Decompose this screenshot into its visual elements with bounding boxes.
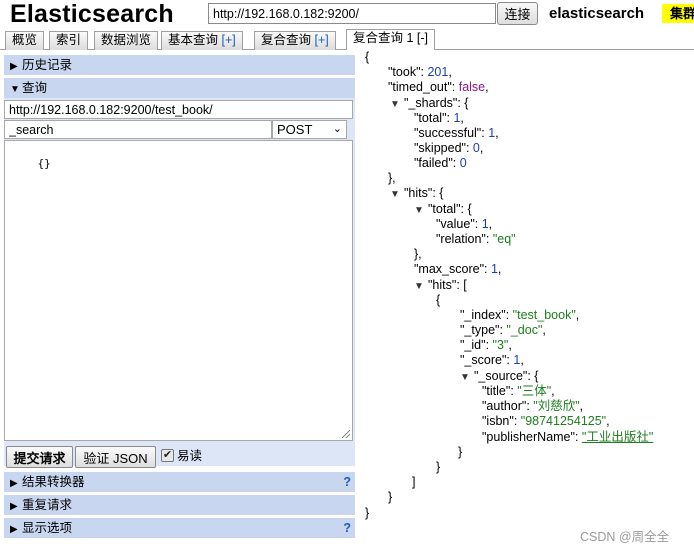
- resize-grip-icon[interactable]: [342, 430, 350, 438]
- result-transformer-section[interactable]: ▶ 结果转换器 ?: [4, 472, 355, 492]
- tab-bar: 概览 索引 数据浏览 基本查询 [+] 复合查询 [+] 复合查询 1 [-]: [0, 28, 694, 50]
- json-hits-array[interactable]: ▼ "hits": [: [414, 278, 467, 294]
- submit-request-button[interactable]: 提交请求: [6, 446, 73, 468]
- triangle-right-icon: ▶: [10, 501, 18, 512]
- json-isbn: "isbn": "98741254125",: [482, 414, 610, 428]
- triangle-right-icon: ▶: [10, 61, 18, 72]
- watermark: CSDN @周全全: [580, 530, 670, 544]
- help-icon[interactable]: ?: [343, 472, 351, 492]
- tab-add-icon[interactable]: [+]: [222, 33, 236, 47]
- json-doc-type: "_type": "_doc",: [460, 323, 546, 337]
- json-close: ]: [412, 475, 416, 489]
- collapse-triangle-icon[interactable]: ▼: [390, 97, 404, 112]
- json-close: }: [436, 460, 441, 474]
- json-title: "title": "三体",: [482, 384, 555, 398]
- triangle-right-icon: ▶: [10, 478, 18, 489]
- request-body-textarea[interactable]: {}: [4, 140, 353, 441]
- query-panel: ▶历史记录 ▼查询 POST ⌄ {} 提交请求 验证 JSON ✔ 易读 ▶结…: [0, 50, 357, 550]
- json-shards-failed: "failed": 0: [414, 156, 467, 170]
- collapse-triangle-icon[interactable]: ▼: [390, 187, 404, 202]
- cluster-url-input[interactable]: [208, 3, 496, 24]
- json-doc-score: "_score": 1,: [460, 353, 524, 367]
- json-open-brace: {: [436, 293, 441, 307]
- result-panel: { "took": 201, "timed_out": false, ▼ "_sh…: [360, 50, 694, 550]
- json-doc-index: "_index": "test_book",: [460, 308, 580, 322]
- connect-button[interactable]: 连接: [497, 2, 538, 25]
- json-shards-successful: "successful": 1,: [414, 126, 499, 140]
- tab-overview[interactable]: 概览: [5, 31, 45, 50]
- display-options-section[interactable]: ▶ 显示选项 ?: [4, 518, 355, 538]
- json-hits[interactable]: ▼ "hits": {: [390, 186, 443, 202]
- tab-indices[interactable]: 索引: [49, 31, 89, 50]
- tab-add-icon[interactable]: [+]: [315, 33, 329, 47]
- json-max-score: "max_score": 1,: [414, 262, 502, 276]
- json-hits-relation: "relation": "eq": [436, 232, 516, 246]
- tab-basic-query[interactable]: 基本查询 [+]: [161, 31, 243, 50]
- endpoint-input[interactable]: [4, 120, 272, 139]
- triangle-down-icon: ▼: [10, 84, 20, 95]
- cluster-name: elasticsearch: [549, 5, 645, 22]
- json-close: }: [388, 490, 393, 504]
- method-select[interactable]: POST ⌄: [272, 120, 347, 139]
- tab-compound-query[interactable]: 复合查询 [+]: [254, 31, 336, 50]
- json-shards-skipped: "skipped": 0,: [414, 141, 484, 155]
- collapse-triangle-icon[interactable]: ▼: [414, 203, 428, 218]
- json-shards[interactable]: ▼ "_shards": {: [390, 96, 468, 112]
- collapse-triangle-icon[interactable]: ▼: [414, 279, 428, 294]
- help-icon[interactable]: ?: [343, 518, 351, 538]
- chevron-down-icon: ⌄: [332, 123, 342, 135]
- repeat-request-section[interactable]: ▶ 重复请求: [4, 495, 355, 515]
- json-timed-out: "timed_out": false,: [388, 80, 489, 94]
- header: Elasticsearch 连接 elasticsearch 集群: [0, 0, 694, 28]
- json-hits-total-value: "value": 1,: [436, 217, 493, 231]
- tab-remove-icon[interactable]: [-]: [417, 31, 428, 45]
- json-doc-id: "_id": "3",: [460, 338, 512, 352]
- json-close: }: [458, 445, 463, 459]
- json-shards-total: "total": 1,: [414, 111, 464, 125]
- json-source[interactable]: ▼ "_source": {: [460, 369, 538, 385]
- tab-browser[interactable]: 数据浏览: [94, 31, 159, 50]
- validate-json-button[interactable]: 验证 JSON: [75, 446, 156, 468]
- collapse-triangle-icon[interactable]: ▼: [460, 370, 474, 385]
- json-took: "took": 201,: [388, 65, 452, 79]
- json-hits-total[interactable]: ▼ "total": {: [414, 202, 472, 218]
- path-input[interactable]: [4, 100, 353, 119]
- app-title: Elasticsearch: [10, 0, 174, 28]
- json-close: },: [388, 171, 396, 185]
- json-publisher: "publisherName": "工业出版社": [482, 430, 654, 444]
- triangle-right-icon: ▶: [10, 524, 18, 535]
- json-open-brace: {: [365, 50, 370, 64]
- json-close: },: [414, 247, 422, 261]
- pretty-checkbox[interactable]: ✔: [161, 449, 174, 462]
- pretty-checkbox-label: 易读: [177, 449, 203, 463]
- cluster-status-badge: 集群: [662, 4, 694, 23]
- json-author: "author": "刘慈欣",: [482, 399, 584, 413]
- tab-compound-query-1[interactable]: 复合查询 1 [-]: [346, 29, 436, 50]
- json-close: }: [365, 506, 370, 520]
- query-section[interactable]: ▼ 查询: [4, 78, 355, 98]
- history-section[interactable]: ▶ 历史记录: [4, 55, 355, 75]
